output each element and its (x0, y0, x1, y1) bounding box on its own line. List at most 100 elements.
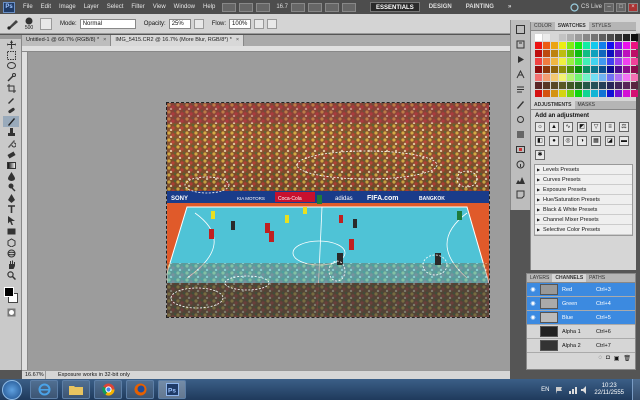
swatch[interactable] (599, 58, 606, 65)
menu-image[interactable]: Image (55, 0, 80, 14)
bridge-button[interactable] (222, 2, 237, 12)
zoom-tool-button[interactable] (308, 2, 323, 12)
menu-help[interactable]: Help (199, 0, 219, 14)
pressure-size-button[interactable] (267, 18, 278, 29)
swatch[interactable] (623, 90, 630, 97)
tab-swatches[interactable]: SWATCHES (554, 22, 589, 30)
swatch[interactable] (567, 34, 574, 41)
tab-styles[interactable]: STYLES (589, 22, 614, 30)
swatch[interactable] (559, 90, 566, 97)
tab-masks[interactable]: MASKS (575, 101, 599, 109)
color-balance-icon[interactable]: ⚖ (619, 122, 629, 132)
swatch[interactable] (583, 42, 590, 49)
maximize-button[interactable]: □ (616, 2, 626, 12)
swatch[interactable] (607, 66, 614, 73)
swatch[interactable] (535, 58, 542, 65)
tab-adjustments[interactable]: ADJUSTMENTS (531, 101, 575, 109)
type-tool-icon[interactable] (3, 204, 19, 215)
menu-window[interactable]: Window (170, 0, 199, 14)
dodge-tool-icon[interactable] (3, 182, 19, 193)
preset-exposure[interactable]: Exposure Presets (535, 185, 632, 195)
document-image[interactable]: SONY KIA MOTORS Coca-Cola adidas FIFA.co… (166, 102, 490, 318)
workspace-more[interactable]: » (503, 2, 516, 12)
hand-tool-icon[interactable] (3, 259, 19, 270)
screen-mode-button[interactable] (342, 2, 357, 12)
swatch[interactable] (559, 50, 566, 57)
volume-icon[interactable] (581, 385, 590, 394)
arrange-documents-button[interactable] (325, 2, 340, 12)
channel-row-green[interactable]: ◉ Green Ctrl+4 (527, 297, 635, 311)
swatch[interactable] (631, 58, 638, 65)
swatch[interactable] (631, 74, 638, 81)
notes-icon[interactable] (514, 188, 528, 200)
eraser-tool-icon[interactable] (3, 149, 19, 160)
swatch[interactable] (615, 34, 622, 41)
swatch[interactable] (583, 74, 590, 81)
swatch[interactable] (583, 58, 590, 65)
close-button[interactable]: × (628, 2, 638, 12)
tab-color[interactable]: COLOR (531, 22, 555, 30)
healing-brush-tool-icon[interactable] (3, 105, 19, 116)
invert-icon[interactable]: ◑ (577, 136, 587, 146)
swatch[interactable] (567, 82, 574, 89)
selective-color-icon[interactable]: ✱ (535, 150, 545, 160)
lasso-tool-icon[interactable] (3, 61, 19, 72)
levels-icon[interactable]: ▲ (549, 122, 559, 132)
preset-hue-saturation[interactable]: Hue/Saturation Presets (535, 195, 632, 205)
swatch[interactable] (623, 34, 630, 41)
swatch[interactable] (607, 82, 614, 89)
swatch[interactable] (567, 42, 574, 49)
swatch[interactable] (623, 66, 630, 73)
channel-row-blue[interactable]: ◉ Blue Ctrl+5 (527, 311, 635, 325)
swatch[interactable] (559, 42, 566, 49)
swatch[interactable] (551, 42, 558, 49)
swatch[interactable] (575, 42, 582, 49)
swatch[interactable] (631, 50, 638, 57)
navigator-icon[interactable] (514, 143, 528, 155)
language-indicator[interactable]: EN (541, 387, 549, 393)
clone-source-icon[interactable] (514, 113, 528, 125)
swatch[interactable] (559, 58, 566, 65)
swatch[interactable] (623, 58, 630, 65)
swatch[interactable] (615, 90, 622, 97)
swatch[interactable] (543, 42, 550, 49)
opacity-field[interactable]: 25% (168, 18, 191, 29)
visibility-eye-icon[interactable]: ◉ (529, 286, 537, 294)
swatch[interactable] (535, 82, 542, 89)
workspace-design[interactable]: DESIGN (424, 2, 457, 12)
taskbar-photoshop[interactable]: Ps (158, 380, 186, 399)
swatch[interactable] (559, 66, 566, 73)
visibility-eye-icon[interactable]: ◉ (529, 314, 537, 322)
swatch[interactable] (599, 90, 606, 97)
load-selection-icon[interactable]: ◌ (599, 355, 603, 361)
swatch[interactable] (567, 74, 574, 81)
delete-channel-icon[interactable]: 🗑 (623, 355, 631, 362)
channel-row-alpha-1[interactable]: Alpha 1 Ctrl+6 (527, 325, 635, 339)
swatch[interactable] (575, 66, 582, 73)
swatch[interactable] (583, 90, 590, 97)
crop-tool-icon[interactable] (3, 83, 19, 94)
black-white-icon[interactable]: ◧ (535, 136, 545, 146)
photo-filter-icon[interactable]: ● (549, 136, 559, 146)
swatch[interactable] (567, 58, 574, 65)
swatch[interactable] (599, 74, 606, 81)
gradient-tool-icon[interactable] (3, 160, 19, 171)
brush-picker[interactable]: 500 (24, 17, 34, 31)
quick-mask-icon[interactable] (3, 307, 19, 318)
swatch[interactable] (551, 74, 558, 81)
move-tool-icon[interactable] (3, 39, 19, 50)
tab-paths[interactable]: PATHS (586, 274, 608, 282)
swatch[interactable] (599, 34, 606, 41)
gradient-map-icon[interactable]: ▬ (619, 136, 629, 146)
tab-channels[interactable]: CHANNELS (552, 274, 587, 282)
swatch[interactable] (551, 58, 558, 65)
menu-filter[interactable]: Filter (127, 0, 148, 14)
mode-select[interactable]: Normal (79, 18, 136, 29)
swatch[interactable] (631, 34, 638, 41)
status-zoom[interactable]: 16.67% (22, 371, 46, 379)
swatch[interactable] (583, 50, 590, 57)
swatch[interactable] (559, 82, 566, 89)
brush-tool-icon[interactable] (3, 116, 19, 127)
swatch[interactable] (575, 58, 582, 65)
channel-mixer-icon[interactable]: ◎ (563, 136, 573, 146)
